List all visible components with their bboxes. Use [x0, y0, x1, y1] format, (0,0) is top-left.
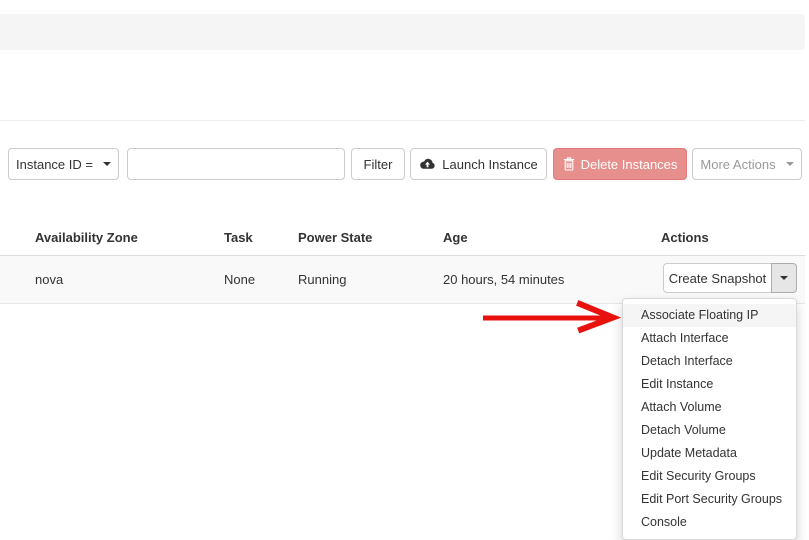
- caret-down-icon: [102, 162, 111, 166]
- menu-item-update-metadata[interactable]: Update Metadata: [623, 442, 796, 465]
- filter-field-label: Instance ID =: [16, 156, 93, 172]
- row-actions-dropdown-toggle[interactable]: [771, 263, 797, 293]
- more-actions-button[interactable]: More Actions: [692, 148, 802, 180]
- caret-down-icon: [785, 162, 794, 166]
- filter-button-label: Filter: [363, 156, 393, 172]
- cell-power-state: Running: [298, 272, 347, 287]
- menu-item-edit-security-groups[interactable]: Edit Security Groups: [623, 465, 796, 488]
- section-divider: [0, 120, 805, 121]
- cell-age: 20 hours, 54 minutes: [443, 272, 565, 287]
- menu-item-edit-instance[interactable]: Edit Instance: [623, 373, 796, 396]
- menu-item-detach-volume[interactable]: Detach Volume: [623, 419, 796, 442]
- caret-down-icon: [780, 276, 788, 280]
- filter-field-dropdown[interactable]: Instance ID =: [8, 148, 119, 180]
- row-action-split-button: Create Snapshot: [663, 263, 797, 293]
- column-availability-zone[interactable]: Availability Zone: [35, 230, 138, 245]
- filter-input[interactable]: [127, 148, 345, 180]
- delete-instances-button[interactable]: Delete Instances: [553, 148, 687, 180]
- create-snapshot-label: Create Snapshot: [668, 270, 767, 286]
- menu-item-attach-volume[interactable]: Attach Volume: [623, 396, 796, 419]
- column-power-state[interactable]: Power State: [298, 230, 372, 245]
- menu-item-attach-interface[interactable]: Attach Interface: [623, 327, 796, 350]
- menu-item-detach-interface[interactable]: Detach Interface: [623, 350, 796, 373]
- more-actions-label: More Actions: [700, 156, 776, 172]
- delete-instances-label: Delete Instances: [580, 156, 678, 172]
- create-snapshot-button[interactable]: Create Snapshot: [663, 263, 772, 293]
- menu-item-console[interactable]: Console: [623, 511, 796, 534]
- cloud-upload-icon: [420, 158, 435, 169]
- column-actions: Actions: [661, 230, 709, 245]
- menu-item-edit-port-security-groups[interactable]: Edit Port Security Groups: [623, 488, 796, 511]
- cell-availability-zone: nova: [35, 272, 64, 287]
- column-age[interactable]: Age: [443, 230, 468, 245]
- column-task[interactable]: Task: [224, 230, 253, 245]
- menu-item-associate-floating-ip[interactable]: Associate Floating IP: [623, 304, 796, 327]
- launch-instance-button[interactable]: Launch Instance: [410, 148, 547, 180]
- cell-task: None: [224, 272, 256, 287]
- top-panel: [0, 14, 805, 50]
- launch-instance-label: Launch Instance: [442, 156, 538, 172]
- trash-icon: [563, 157, 574, 171]
- row-actions-menu: Associate Floating IP Attach Interface D…: [622, 298, 797, 540]
- filter-button[interactable]: Filter: [351, 148, 405, 180]
